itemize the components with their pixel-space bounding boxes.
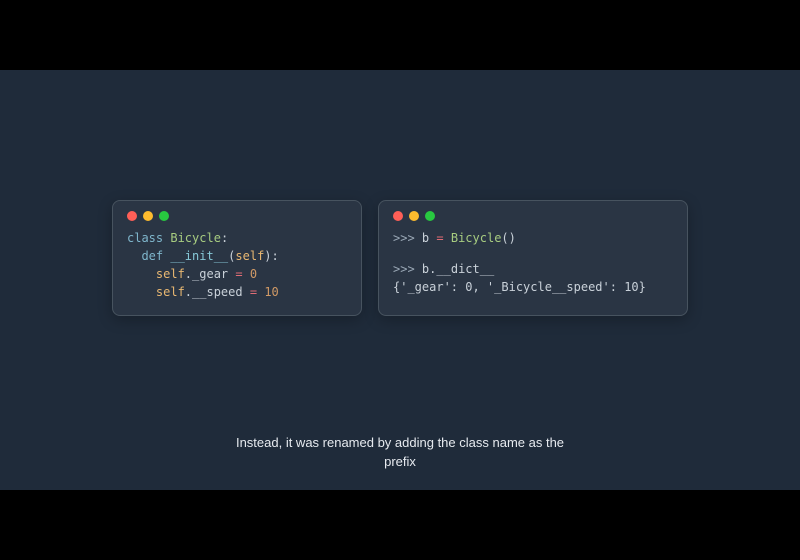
- code-window-right: >>> b = Bicycle() >>> b.__dict__ {'_gear…: [378, 200, 688, 316]
- op-assign: =: [250, 285, 257, 299]
- class-name: Bicycle: [170, 231, 221, 245]
- space: [243, 267, 250, 281]
- attr-gear: _gear: [192, 267, 228, 281]
- self-ref: self: [156, 267, 185, 281]
- code-window-left: class Bicycle: def __init__(self): self.…: [112, 200, 362, 316]
- dot: .: [185, 285, 192, 299]
- attr-speed: __speed: [192, 285, 243, 299]
- space: [243, 285, 250, 299]
- attr-dict: __dict__: [436, 262, 494, 276]
- zoom-icon: [425, 211, 435, 221]
- minimize-icon: [409, 211, 419, 221]
- repl-session-code: >>> b = Bicycle() >>> b.__dict__ {'_gear…: [393, 229, 673, 296]
- op-assign: =: [436, 231, 443, 245]
- minimize-icon: [143, 211, 153, 221]
- code-windows-row: class Bicycle: def __init__(self): self.…: [0, 200, 800, 316]
- method-name: __init__: [170, 249, 228, 263]
- subtitle-caption: Instead, it was renamed by adding the cl…: [0, 434, 800, 472]
- literal-ten: 10: [264, 285, 278, 299]
- caption-line-1: Instead, it was renamed by adding the cl…: [0, 434, 800, 453]
- dot: .: [185, 267, 192, 281]
- var-b: b: [422, 231, 436, 245]
- repl-prompt: >>>: [393, 231, 415, 245]
- window-controls: [127, 211, 347, 221]
- window-controls: [393, 211, 673, 221]
- space: [444, 231, 451, 245]
- space: [415, 262, 422, 276]
- close-icon: [127, 211, 137, 221]
- space: [415, 231, 422, 245]
- literal-zero: 0: [250, 267, 257, 281]
- keyword-class: class: [127, 231, 163, 245]
- param-self: self: [235, 249, 264, 263]
- repl-output-dict: {'_gear': 0, '_Bicycle__speed': 10}: [393, 280, 646, 294]
- class-name: Bicycle: [451, 231, 502, 245]
- self-ref: self: [156, 285, 185, 299]
- op-assign: =: [235, 267, 242, 281]
- caption-line-2: prefix: [0, 453, 800, 472]
- class-definition-code: class Bicycle: def __init__(self): self.…: [127, 229, 347, 301]
- call-parens: (): [501, 231, 515, 245]
- keyword-def: def: [141, 249, 163, 263]
- paren-close: ):: [264, 249, 278, 263]
- letterbox-top: [0, 0, 800, 70]
- slide-stage: class Bicycle: def __init__(self): self.…: [0, 70, 800, 490]
- colon: :: [221, 231, 228, 245]
- letterbox-bottom: [0, 490, 800, 560]
- repl-prompt: >>>: [393, 262, 415, 276]
- close-icon: [393, 211, 403, 221]
- zoom-icon: [159, 211, 169, 221]
